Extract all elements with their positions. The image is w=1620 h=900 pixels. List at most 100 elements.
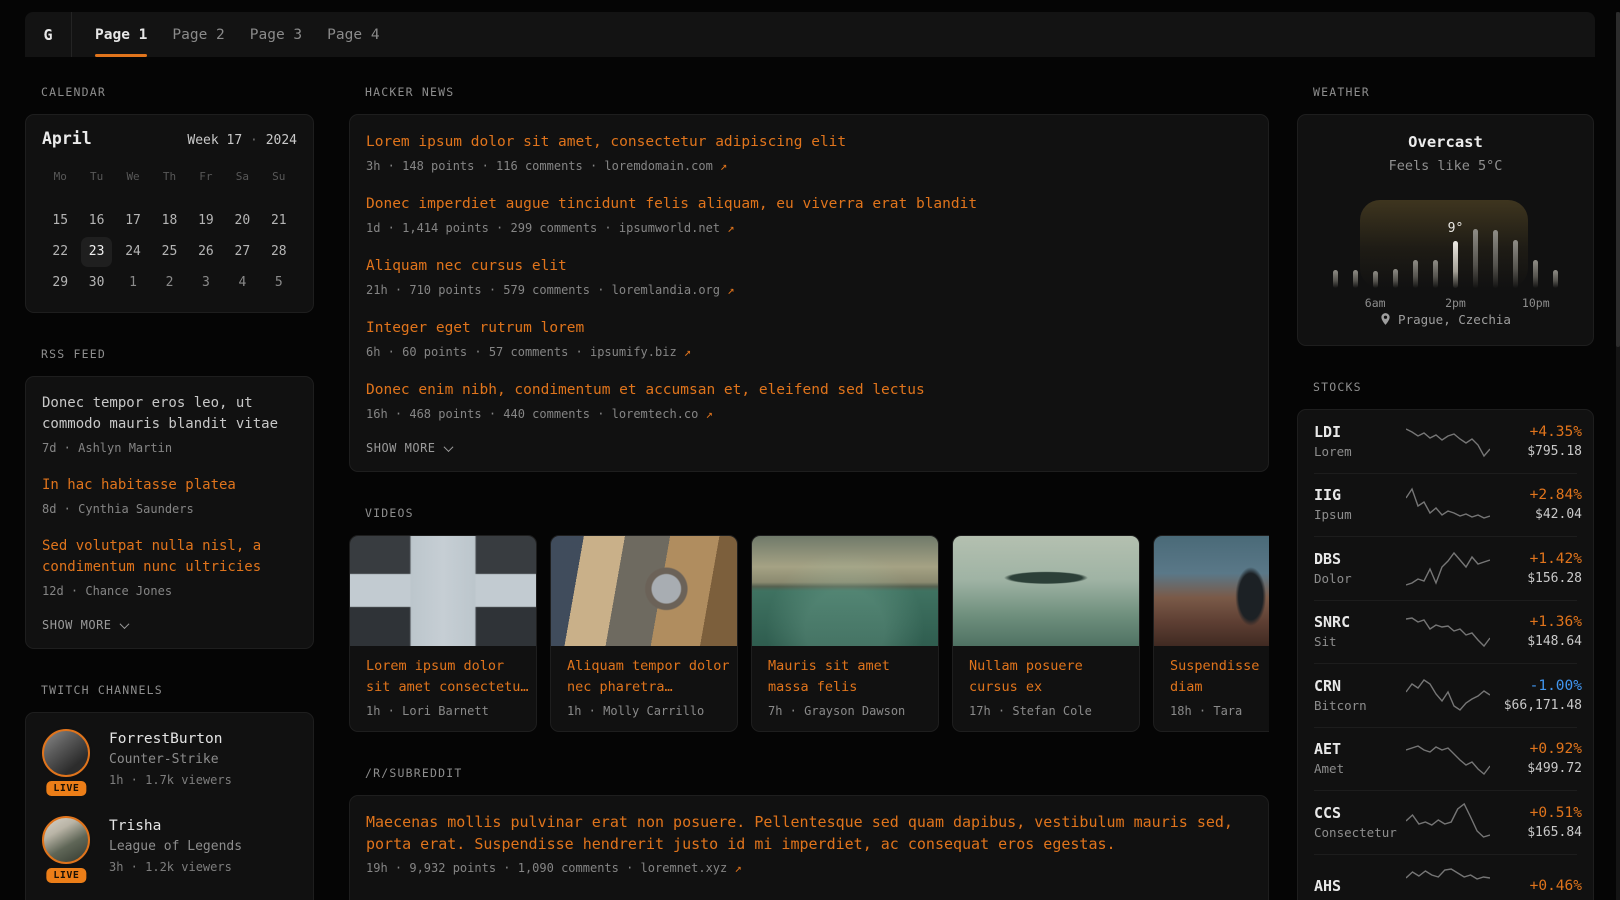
video-card[interactable]: Suspendisse diam 18h · Tara [1153,535,1269,732]
stock-row[interactable]: LDI Lorem +4.35% $795.18 [1314,410,1577,474]
stock-ticker: CCS [1314,803,1406,823]
stock-ticker: AET [1314,739,1406,759]
calendar-day: 21 [264,206,294,236]
rss-item: Donec tempor eros leo, ut commodo mauris… [42,393,297,457]
external-link-icon: ↗ [734,861,741,875]
stock-change: +2.84% [1490,485,1582,505]
right-column: WEATHER Overcast Feels like 5°C [1297,85,1594,900]
hackernews-item-domain[interactable]: loremlandia.org [612,283,720,297]
calendar-day: 5 [264,268,294,298]
video-title-line1: Suspendisse [1170,656,1269,677]
sparkline-chart [1406,612,1490,652]
weekday-label: Sa [224,165,260,189]
video-title[interactable]: Nullam posuere cursus ex [953,646,1139,698]
subreddit-item-domain[interactable]: loremnet.xyz [641,861,728,875]
calendar-header: April Week 17 · 2024 [42,129,297,148]
stock-row[interactable]: SNRC Sit +1.36% $148.64 [1314,601,1577,665]
video-card[interactable]: Lorem ipsum dolor sit amet consectetu… 1… [349,535,537,732]
rss-item-title[interactable]: Sed volutpat nulla nisl, a condimentum n… [42,536,297,578]
external-link-icon: ↗ [684,345,691,359]
stock-row[interactable]: CCS Consectetur +0.51% $165.84 [1314,791,1577,855]
stock-values: +0.92% $499.72 [1490,739,1582,778]
stock-row[interactable]: AHS +0.46% [1314,855,1577,900]
hackernews-item-domain[interactable]: loremtech.co [612,407,699,421]
hackernews-item-title[interactable]: Lorem ipsum dolor sit amet, consectetur … [366,131,1252,153]
video-title[interactable]: Mauris sit amet massa felis [752,646,938,698]
calendar-day: 28 [264,237,294,267]
weather-location: Prague, Czechia [1314,312,1577,327]
rss-item-meta: 7d · Ashlyn Martin [42,439,297,457]
sparkline-chart [1406,421,1490,461]
calendar-day: 27 [227,237,257,267]
stock-id: DBS Dolor [1314,549,1406,588]
stock-id: IIG Ipsum [1314,485,1406,524]
subreddit-item-title[interactable]: Maecenas mollis pulvinar erat non posuer… [366,812,1252,855]
stock-ticker: DBS [1314,549,1406,569]
twitch-channel-row[interactable]: LIVE Trisha League of Legends 3h · 1.2k … [42,816,297,877]
left-column: CALENDAR April Week 17 · 2024 Mo Tu We T… [25,85,314,900]
current-temp-label: 9° [1448,222,1464,236]
twitch-channel-game: Counter-Strike [109,749,232,770]
hackernews-item-meta: 3h · 148 points · 116 comments · loremdo… [366,157,1252,175]
calendar-day: 20 [227,206,257,236]
video-card[interactable]: Nullam posuere cursus ex 17h · Stefan Co… [952,535,1140,732]
video-card[interactable]: Mauris sit amet massa felis 7h · Grayson… [751,535,939,732]
rss-item: In hac habitasse platea 8d · Cynthia Sau… [42,475,297,518]
video-thumbnail[interactable] [551,536,737,646]
twitch-channel-name[interactable]: ForrestBurton [109,729,232,749]
stock-price: $66,171.48 [1490,696,1582,715]
hackernews-item-title[interactable]: Aliquam nec cursus elit [366,255,1252,277]
twitch-channel-viewers: 1h · 1.7k viewers [109,770,232,790]
hackernews-item-meta: 21h · 710 points · 579 comments · loreml… [366,281,1252,299]
page-tab[interactable]: Page 2 [172,12,224,57]
video-title[interactable]: Aliquam tempor dolor nec pharetra… [551,646,737,698]
page-tab[interactable]: Page 3 [250,12,302,57]
weather-temp-bar [1533,260,1538,288]
stock-price: $156.28 [1490,569,1582,588]
video-thumbnail[interactable] [1154,536,1269,646]
stock-change: +0.92% [1490,739,1582,759]
weather-section-label: WEATHER [1313,85,1594,99]
rss-item-title[interactable]: In hac habitasse platea [42,475,297,496]
stock-row[interactable]: AET Amet +0.92% $499.72 [1314,728,1577,792]
video-title[interactable]: Suspendisse diam [1154,646,1269,698]
hackernews-item-domain[interactable]: ipsumify.biz [590,345,677,359]
stock-row[interactable]: CRN Bitcorn -1.00% $66,171.48 [1314,664,1577,728]
stock-sparkline [1406,421,1490,461]
stock-name: Ipsum [1314,505,1406,524]
rss-item-title[interactable]: Donec tempor eros leo, ut commodo mauris… [42,393,297,435]
hackernews-item-domain[interactable]: ipsumworld.net [619,221,720,235]
video-thumbnail[interactable] [953,536,1139,646]
stock-sparkline [1406,675,1490,715]
rss-show-more-button[interactable]: SHOW MORE [42,618,297,632]
video-thumbnail[interactable] [350,536,536,646]
hackernews-item-domain[interactable]: loremdomain.com [604,159,712,173]
video-title[interactable]: Lorem ipsum dolor sit amet consectetu… [350,646,536,698]
video-card[interactable]: Aliquam tempor dolor nec pharetra… 1h · … [550,535,738,732]
hackernews-item-title[interactable]: Donec imperdiet augue tincidunt felis al… [366,193,1252,215]
twitch-widget: LIVE ForrestBurton Counter-Strike 1h · 1… [25,712,314,900]
page-tab[interactable]: Page 1 [95,12,147,57]
stock-sparkline [1406,548,1490,588]
video-thumbnail[interactable] [752,536,938,646]
subreddit-item: Maecenas mollis pulvinar erat non posuer… [366,812,1252,877]
stock-row[interactable]: DBS Dolor +1.42% $156.28 [1314,537,1577,601]
video-title-line2: diam [1170,677,1269,698]
twitch-channel-row[interactable]: LIVE ForrestBurton Counter-Strike 1h · 1… [42,729,297,790]
twitch-channel-name[interactable]: Trisha [109,816,242,836]
hackernews-item: Donec enim nibh, condimentum et accumsan… [366,379,1252,423]
hackernews-item-stats: 21h · 710 points · 579 comments · [366,283,612,297]
stock-values: +1.42% $156.28 [1490,549,1582,588]
chevron-down-icon [443,442,453,452]
app-logo: G [25,12,72,57]
hackernews-item-title[interactable]: Integer eget rutrum lorem [366,317,1252,339]
page-tab[interactable]: Page 4 [327,12,379,57]
show-more-label: SHOW MORE [42,618,112,632]
hackernews-item-title[interactable]: Donec enim nibh, condimentum et accumsan… [366,379,1252,401]
stock-row[interactable]: IIG Ipsum +2.84% $42.04 [1314,474,1577,538]
scrollbar-thumb[interactable] [1616,12,1620,347]
hackernews-show-more-button[interactable]: SHOW MORE [366,441,1252,455]
hackernews-item-meta: 6h · 60 points · 57 comments · ipsumify.… [366,343,1252,361]
live-badge: LIVE [46,781,86,796]
weather-time-label: 2pm [1445,296,1466,310]
